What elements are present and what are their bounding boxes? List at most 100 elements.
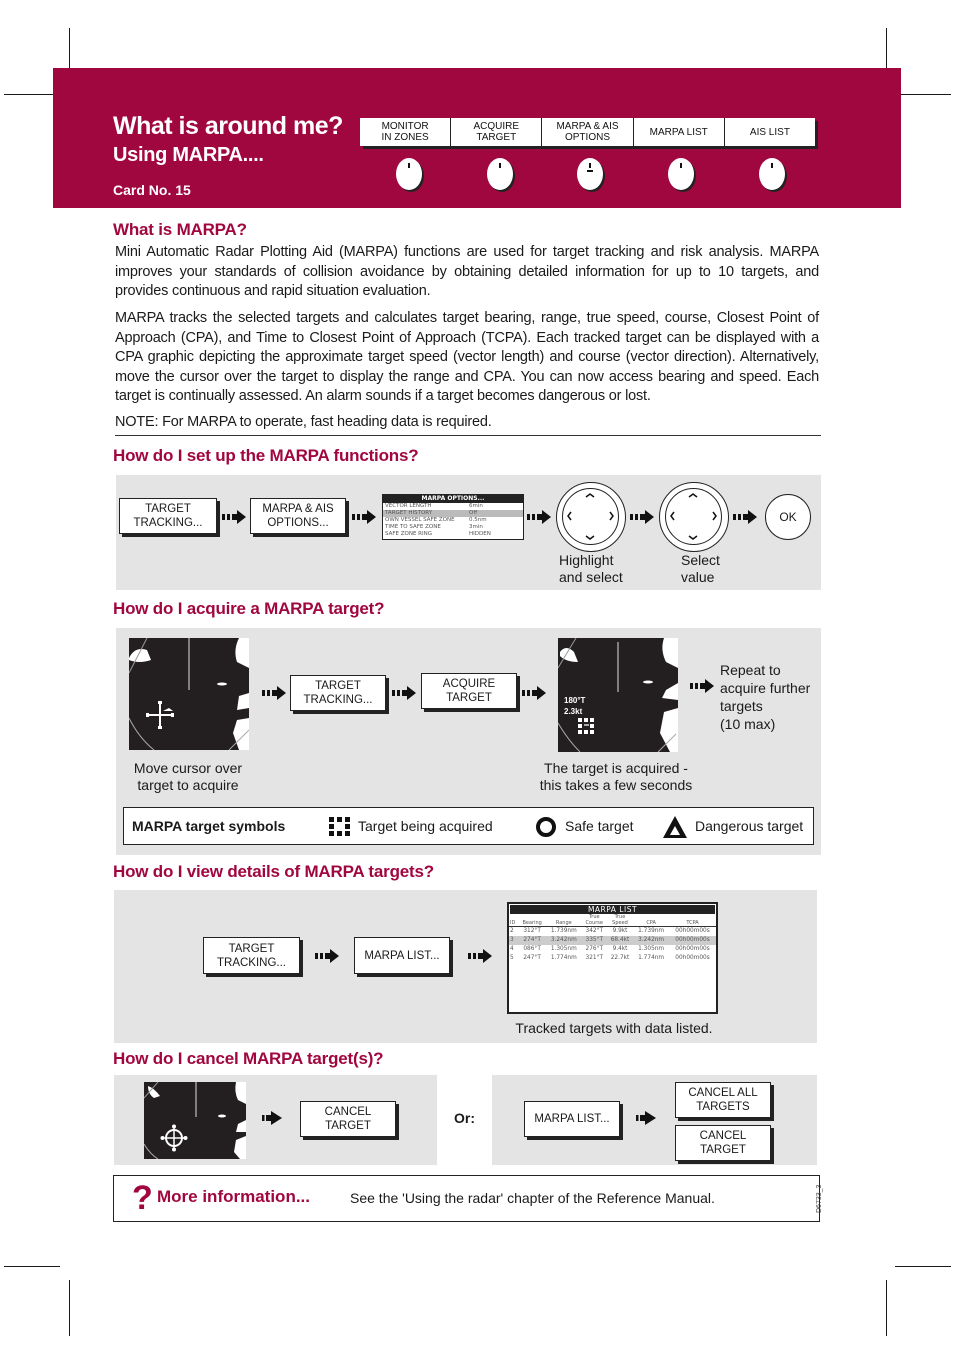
marpa-options-screen: MARPA OPTIONS... VECTOR LENGTH 6min TARGET… — [382, 494, 524, 540]
screen-title: MARPA LIST — [510, 905, 715, 914]
column-header: True Course — [585, 914, 603, 926]
trackpad-arrows-icon — [567, 493, 614, 540]
cell-cpa: 1.305nm — [638, 946, 665, 952]
softkey-acquire-target[interactable]: ACQUIRE TARGET — [451, 118, 543, 146]
trackpad-dial-2[interactable] — [659, 482, 729, 552]
ok-button[interactable]: OK — [765, 494, 811, 540]
options-row: OWN VESSEL SAFE ZONE 0.5nm — [383, 517, 523, 524]
legend-title: MARPA target symbols — [132, 818, 286, 834]
softkey-monitor-in-zones[interactable]: MONITOR IN ZONES — [360, 118, 452, 146]
cancel-all-targets-button[interactable]: CANCEL ALL TARGETS — [675, 1082, 771, 1118]
section-heading-setup: How do I set up the MARPA functions? — [113, 446, 419, 465]
cell-course: 342°T — [585, 928, 604, 934]
more-information-box: ? More information... See the 'Using the… — [113, 1175, 820, 1222]
legend-safe-label: Safe target — [565, 818, 634, 834]
acquiring-target-icon — [329, 817, 350, 836]
cancel-target-button[interactable]: CANCEL TARGET — [675, 1125, 771, 1161]
page-title: What is around me? — [113, 112, 343, 140]
options-row: SAFE ZONE RING HIDDEN — [383, 531, 523, 538]
cell-speed: 68.4kt — [610, 937, 630, 943]
marpa-ais-options-button[interactable]: MARPA & AIS OPTIONS... — [250, 498, 346, 534]
caption-target-acquired: The target is acquired - this takes a few… — [539, 760, 693, 793]
cell-speed: 9.9kt — [612, 928, 628, 934]
crop-mark — [4, 94, 60, 95]
question-mark-icon: ? — [132, 1179, 153, 1217]
caption-move-cursor: Move cursor over target to acquire — [133, 760, 243, 793]
trackpad-arrows-icon — [670, 493, 717, 540]
more-information-text: See the 'Using the radar' chapter of the… — [350, 1190, 715, 1206]
cell-id: 4 — [510, 946, 514, 952]
cell-cpa: 1.774nm — [638, 955, 665, 961]
cell-course: 321°T — [585, 955, 604, 961]
target-speed-readout: 2.3kt — [564, 707, 583, 716]
option-value: Off — [469, 510, 478, 516]
arrow-icon — [690, 679, 714, 693]
arrow-icon — [527, 510, 551, 524]
cell-bearing: 247°T — [523, 955, 541, 961]
option-value: HIDDEN — [469, 531, 491, 537]
option-value: 3min — [469, 524, 483, 530]
radar-image — [558, 638, 678, 752]
target-tracking-button[interactable]: TARGET TRACKING... — [290, 675, 386, 711]
cell-id: 3 — [510, 937, 514, 943]
cell-bearing: 086°T — [523, 946, 541, 952]
softkey-bar: MONITOR IN ZONES ACQUIRE TARGET MARPA & A… — [360, 118, 815, 146]
arrow-icon — [262, 686, 286, 700]
setup-panel: TARGET TRACKING... MARPA & AIS OPTIONS... … — [116, 475, 821, 590]
acquire-target-button[interactable]: ACQUIRE TARGET — [421, 673, 517, 709]
marpa-list-button[interactable]: MARPA LIST... — [524, 1101, 620, 1137]
document-code: D6733_3 — [816, 1184, 823, 1213]
softkey-knob-4[interactable] — [668, 158, 694, 190]
crop-mark — [895, 94, 951, 95]
arrow-icon — [392, 686, 416, 700]
arrow-icon — [733, 510, 757, 524]
cell-tcpa: 00h00m00s — [675, 937, 710, 943]
table-row[interactable]: 4 086°T 1.305nm 276°T 9.4kt 1.305nm 00h00m00s — [509, 945, 716, 954]
cell-bearing: 312°T — [523, 928, 541, 934]
marpa-list-button[interactable]: MARPA LIST... — [354, 937, 450, 974]
table-row[interactable]: 3 274°T 3.242nm 335°T 68.4kt 3.242nm 00h00m00s — [509, 936, 716, 945]
arrow-icon — [468, 949, 492, 963]
arrow-icon — [636, 1111, 656, 1125]
target-tracking-button[interactable]: TARGET TRACKING... — [203, 937, 300, 974]
option-value: 0.5nm — [469, 517, 487, 523]
dangerous-target-icon — [663, 816, 687, 838]
more-information-label: More information... — [157, 1187, 310, 1206]
table-row[interactable]: 5 247°T 1.774nm 321°T 22.7kt 1.774nm 00h00m00s — [509, 954, 716, 963]
caption-select-value: Select value — [681, 552, 720, 585]
crosshair-cursor-icon — [146, 701, 174, 729]
trackpad-dial-1[interactable] — [556, 482, 626, 552]
softkey-knob-5[interactable] — [759, 158, 785, 190]
table-row[interactable]: 2 312°T 1.739nm 342°T 9.9kt 1.739nm 00h00m00s — [509, 927, 716, 937]
softkey-marpa-list[interactable]: MARPA LIST — [634, 118, 725, 146]
crop-mark — [886, 1280, 887, 1336]
legend-acquiring-label: Target being acquired — [358, 818, 493, 834]
column-header: Bearing — [522, 919, 542, 926]
target-tracking-button[interactable]: TARGET TRACKING... — [119, 498, 217, 534]
cancel-panel-left: CANCEL TARGET — [114, 1075, 437, 1165]
caption-highlight: Highlight and select — [559, 552, 623, 585]
crop-mark — [69, 1280, 70, 1336]
cell-speed: 9.4kt — [612, 946, 628, 952]
view-panel: TARGET TRACKING... MARPA LIST... MARPA LI… — [114, 890, 817, 1043]
radar-screen-acquired: 180°T 2.3kt — [558, 638, 678, 752]
crop-mark — [4, 1266, 60, 1267]
cancel-target-button[interactable]: CANCEL TARGET — [300, 1101, 396, 1137]
softkey-marpa-ais-options[interactable]: MARPA & AIS OPTIONS — [542, 118, 634, 146]
option-label: VECTOR LENGTH — [385, 503, 432, 509]
cancel-panel-right: MARPA LIST... CANCEL ALL TARGETS CANCEL T… — [492, 1075, 817, 1165]
column-header: ID — [510, 919, 516, 926]
cell-tcpa: 00h00m00s — [675, 946, 710, 952]
softkey-knob-1[interactable] — [396, 158, 422, 190]
option-label: TIME TO SAFE ZONE — [385, 524, 441, 530]
screen-title: MARPA OPTIONS... — [383, 495, 523, 503]
section-heading-view: How do I view details of MARPA targets? — [113, 862, 434, 881]
cell-course: 276°T — [585, 946, 604, 952]
softkey-knob-2[interactable] — [487, 158, 513, 190]
softkey-ais-list[interactable]: AIS LIST — [725, 118, 815, 146]
caption-tracked-targets: Tracked targets with data listed. — [515, 1020, 713, 1036]
or-label: Or: — [454, 1110, 475, 1126]
header-banner: What is around me? Using MARPA.... Card … — [53, 68, 901, 208]
softkey-knob-3[interactable] — [577, 158, 603, 190]
option-label: SAFE ZONE RING — [385, 531, 432, 537]
